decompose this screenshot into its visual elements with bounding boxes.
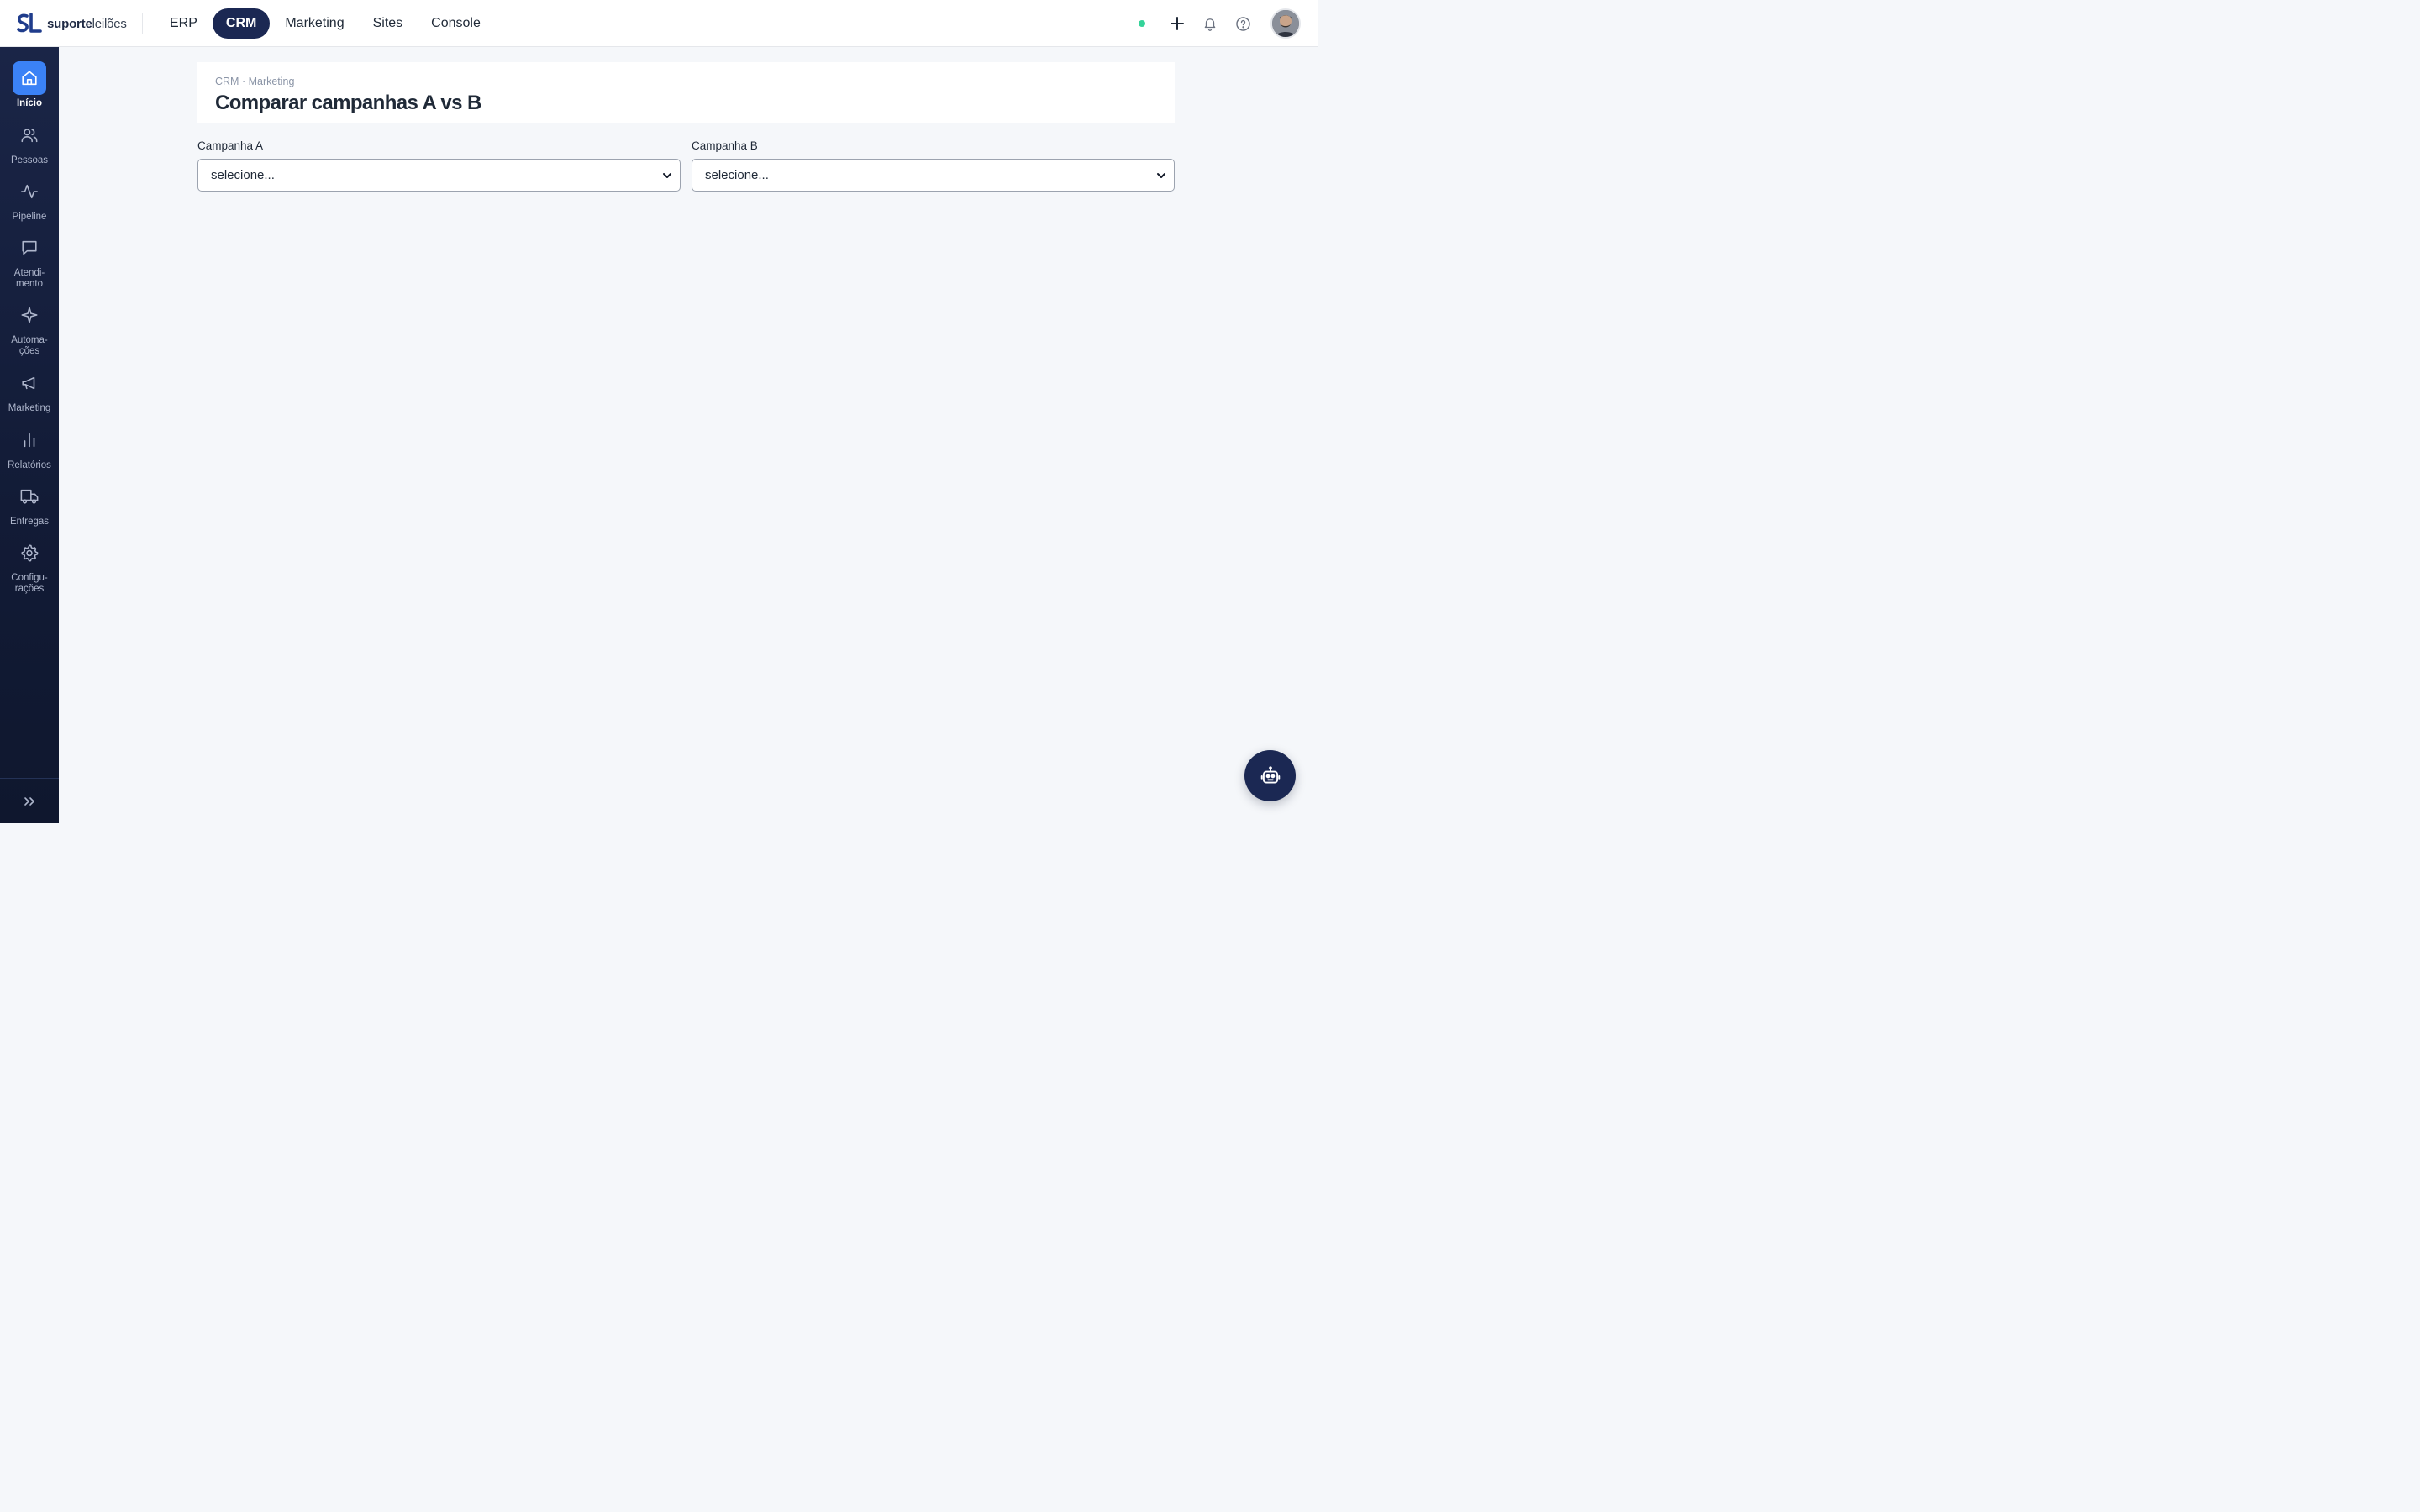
assistant-button[interactable]: [1244, 750, 1296, 801]
campaign-b-label: Campanha B: [692, 139, 758, 152]
sidebar-item-pessoas[interactable]: Pessoas: [0, 118, 59, 166]
home-icon: [13, 61, 46, 95]
sidebar-item-label: Relatórios: [8, 460, 51, 470]
chevron-down-icon: [1157, 172, 1165, 178]
tab-console[interactable]: Console: [418, 8, 494, 39]
app-root: suporteleilões ERP CRM Marketing Sites C…: [0, 0, 1318, 823]
logo-wordmark: suporteleilões: [47, 16, 127, 31]
campaign-b-field: Campanha B selecione...: [692, 139, 1175, 192]
users-icon: [13, 118, 46, 152]
breadcrumb: CRM · Marketing: [215, 76, 295, 87]
chevron-down-icon: [663, 172, 671, 178]
sidebar-collapse-button[interactable]: [0, 778, 59, 823]
sidebar-item-entregas[interactable]: Entregas: [0, 480, 59, 528]
bar-chart-icon: [13, 423, 46, 457]
gear-icon: [13, 536, 46, 570]
page-title: Comparar campanhas A vs B: [215, 92, 481, 114]
tab-crm[interactable]: CRM: [212, 8, 271, 39]
sidebar-item-label: Início: [16, 98, 43, 108]
sidebar-item-marketing[interactable]: Marketing: [0, 366, 59, 414]
sidebar-item-configuracoes[interactable]: Configu- rações: [0, 536, 59, 595]
sparkle-icon: [13, 298, 46, 332]
sidebar-item-label: Entregas: [9, 517, 50, 527]
avatar[interactable]: [1270, 8, 1301, 39]
activity-icon: [13, 175, 46, 208]
sidebar-item-label: Configu- rações: [11, 573, 48, 594]
campaign-b-value: selecione...: [705, 168, 769, 182]
top-actions: [1139, 8, 1301, 39]
robot-icon: [1260, 765, 1280, 784]
sidebar-item-inicio[interactable]: Início: [0, 61, 59, 109]
tab-sites[interactable]: Sites: [360, 8, 417, 39]
chevrons-right-icon: [24, 796, 34, 806]
truck-icon: [13, 480, 46, 513]
page-header: CRM · Marketing Comparar campanhas A vs …: [197, 62, 1175, 123]
bell-icon[interactable]: [1200, 13, 1220, 34]
sidebar-item-pipeline[interactable]: Pipeline: [0, 175, 59, 223]
online-status-indicator: [1139, 20, 1145, 27]
campaign-a-field: Campanha A selecione...: [197, 139, 681, 192]
plus-icon[interactable]: [1167, 13, 1187, 34]
sidebar-item-relatorios[interactable]: Relatórios: [0, 423, 59, 471]
top-nav: ERP CRM Marketing Sites Console: [156, 8, 496, 39]
sidebar-item-label: Pessoas: [10, 155, 49, 165]
megaphone-icon: [13, 366, 46, 400]
sidebar-item-atendimento[interactable]: Atendi- mento: [0, 231, 59, 290]
sidebar-item-label: Atendi- mento: [13, 268, 45, 289]
tab-marketing[interactable]: Marketing: [271, 8, 357, 39]
campaign-b-select[interactable]: selecione...: [692, 159, 1175, 192]
top-divider: [142, 13, 143, 34]
campaign-a-label: Campanha A: [197, 139, 264, 152]
sidebar-item-label: Automa- ções: [11, 335, 48, 356]
sidebar-item-label: Marketing: [8, 403, 51, 413]
logo[interactable]: suporteleilões: [17, 12, 127, 35]
chat-icon: [13, 231, 46, 265]
sidebar-item-automacoes[interactable]: Automa- ções: [0, 298, 59, 357]
help-icon[interactable]: [1233, 13, 1253, 34]
sidebar-item-label: Pipeline: [12, 212, 47, 222]
campaign-a-select[interactable]: selecione...: [197, 159, 681, 192]
top-bar: suporteleilões ERP CRM Marketing Sites C…: [0, 0, 1318, 47]
sidebar: Início Pessoas Pipeline Atendi- mento Au…: [0, 47, 59, 823]
logo-mark-icon: [17, 13, 42, 33]
campaign-a-value: selecione...: [211, 168, 275, 182]
tab-erp[interactable]: ERP: [156, 8, 211, 39]
